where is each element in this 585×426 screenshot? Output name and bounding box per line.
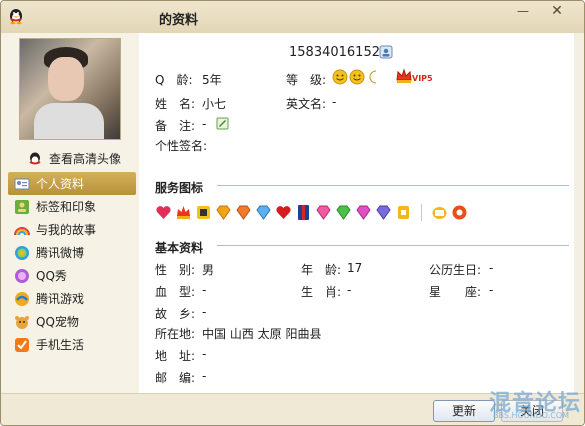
location-label: 所在地: bbox=[155, 327, 196, 341]
basic-info-section-title: 基本资料 bbox=[155, 241, 204, 255]
gem-green-icon[interactable] bbox=[335, 204, 352, 221]
heart-service-icon[interactable] bbox=[155, 204, 172, 221]
sidebar-item-label: 手机生活 bbox=[36, 338, 85, 352]
forum-watermark: 混音论坛 BBS.HOUNDO.COM bbox=[489, 385, 584, 425]
sidebar-item-label: 标签和印象 bbox=[36, 200, 97, 214]
qq-pet-icon bbox=[15, 315, 29, 329]
age-value: 17 bbox=[347, 261, 363, 275]
level-label: 等 级: bbox=[286, 73, 327, 87]
gem-orange-icon[interactable] bbox=[235, 204, 252, 221]
sidebar-item-qq-show[interactable]: QQ秀 bbox=[8, 264, 136, 287]
watermark-url: BBS.HOUNDO.COM bbox=[493, 411, 570, 420]
service-icons-row bbox=[155, 204, 468, 221]
sidebar-item-label: QQ宠物 bbox=[36, 315, 79, 329]
profile-panel: 15834016152 Q 龄: 5年 等 级: VIP5 姓 名: 小七 英文… bbox=[139, 33, 584, 393]
age-label: 年 龄: bbox=[301, 263, 342, 277]
english-name-label: 英文名: bbox=[286, 97, 327, 111]
sidebar-item-games[interactable]: 腾讯游戏 bbox=[8, 287, 136, 310]
zip-value: - bbox=[202, 369, 207, 383]
edit-remark-icon[interactable] bbox=[216, 117, 229, 130]
qq-music-service-icon[interactable] bbox=[451, 204, 468, 221]
vip-level-badge: VIP5 bbox=[412, 74, 433, 83]
hd-avatar-icon bbox=[29, 152, 41, 164]
sidebar: 查看高清头像 个人资料 标签和印象 与我的故事 腾讯微博 QQ秀 腾讯游戏 QQ… bbox=[1, 33, 139, 393]
birthday-value: - bbox=[489, 261, 494, 275]
gender-value: 男 bbox=[202, 263, 215, 277]
sidebar-item-label: 腾讯微博 bbox=[36, 246, 85, 260]
zip-label: 邮 编: bbox=[155, 371, 196, 385]
address-value: - bbox=[202, 347, 207, 361]
address-label: 地 址: bbox=[155, 349, 196, 363]
gem-blue-icon[interactable] bbox=[255, 204, 272, 221]
vip-crown-icon[interactable] bbox=[395, 67, 413, 85]
zodiac-label: 生 肖: bbox=[301, 285, 342, 299]
remark-value: - bbox=[202, 117, 207, 131]
gem-purple-icon[interactable] bbox=[375, 204, 392, 221]
english-name-value: - bbox=[332, 95, 337, 109]
name-label: 姓 名: bbox=[155, 97, 196, 111]
location-value: 中国 山西 太原 阳曲县 bbox=[202, 327, 322, 341]
constellation-label: 星 座: bbox=[429, 285, 482, 299]
gem-yellow-icon[interactable] bbox=[215, 204, 232, 221]
update-button[interactable]: 更新 bbox=[433, 400, 495, 422]
sidebar-item-label: 与我的故事 bbox=[36, 223, 97, 237]
weibo-icon bbox=[15, 245, 29, 260]
signature-label: 个性签名: bbox=[155, 139, 208, 153]
rainbow-story-icon bbox=[14, 226, 30, 235]
mobile-life-icon bbox=[15, 337, 29, 352]
view-hd-avatar-link[interactable]: 查看高清头像 bbox=[27, 150, 121, 167]
qq-penguin-icon bbox=[10, 9, 22, 25]
hometown-value: - bbox=[202, 305, 207, 319]
qq-number: 15834016152 bbox=[289, 45, 380, 60]
crown-service-icon[interactable] bbox=[175, 204, 192, 221]
zodiac-value: - bbox=[347, 283, 352, 297]
gem-gold-icon[interactable] bbox=[395, 204, 412, 221]
sidebar-item-label: 腾讯游戏 bbox=[36, 292, 85, 306]
qq-mail-service-icon[interactable] bbox=[431, 204, 448, 221]
vertical-scrollbar[interactable] bbox=[574, 33, 584, 393]
birthday-label: 公历生日: bbox=[429, 263, 482, 277]
blood-type-value: - bbox=[202, 283, 207, 297]
qq-age-value: 5年 bbox=[202, 73, 222, 87]
gem-pink-icon[interactable] bbox=[315, 204, 332, 221]
view-hd-avatar-label: 查看高清头像 bbox=[49, 152, 122, 166]
avatar[interactable] bbox=[19, 38, 121, 140]
nba-service-icon[interactable] bbox=[295, 204, 312, 221]
tag-impression-icon bbox=[15, 199, 29, 214]
close-window-button[interactable]: ✕ bbox=[537, 2, 577, 20]
tencent-games-icon bbox=[15, 291, 29, 306]
sidebar-item-label: 个人资料 bbox=[36, 177, 85, 191]
sidebar-item-tags[interactable]: 标签和印象 bbox=[8, 195, 136, 218]
sidebar-item-story[interactable]: 与我的故事 bbox=[8, 218, 136, 241]
qq-age-label: Q 龄: bbox=[155, 73, 193, 87]
contact-card-icon[interactable] bbox=[379, 45, 393, 59]
qq-show-icon bbox=[15, 268, 29, 283]
gem-magenta-icon[interactable] bbox=[355, 204, 372, 221]
minimize-button[interactable]: — bbox=[511, 2, 535, 20]
level-icons[interactable] bbox=[332, 69, 392, 85]
sidebar-nav: 个人资料 标签和印象 与我的故事 腾讯微博 QQ秀 腾讯游戏 QQ宠物 手机生活 bbox=[8, 172, 136, 356]
basic-info-divider bbox=[217, 245, 569, 246]
constellation-value: - bbox=[489, 283, 494, 297]
sidebar-item-personal-info[interactable]: 个人资料 bbox=[8, 172, 136, 195]
profile-window: 的资料 — ✕ 查看高清头像 个人资料 标签和印象 与我的故事 腾讯微博 QQ秀… bbox=[0, 0, 585, 426]
sidebar-item-mobile-life[interactable]: 手机生活 bbox=[8, 333, 136, 356]
service-separator bbox=[421, 204, 422, 221]
services-section-title: 服务图标 bbox=[155, 181, 204, 195]
profile-card-icon bbox=[14, 178, 30, 189]
title-bar[interactable]: 的资料 — ✕ bbox=[1, 1, 584, 33]
sidebar-item-weibo[interactable]: 腾讯微博 bbox=[8, 241, 136, 264]
blood-type-label: 血 型: bbox=[155, 285, 196, 299]
sidebar-item-qq-pet[interactable]: QQ宠物 bbox=[8, 310, 136, 333]
sidebar-item-label: QQ秀 bbox=[36, 269, 67, 283]
heart-red-icon[interactable] bbox=[275, 204, 292, 221]
services-divider bbox=[217, 185, 569, 186]
window-title: 的资料 bbox=[159, 13, 199, 28]
game-service-icon[interactable] bbox=[195, 204, 212, 221]
name-value: 小七 bbox=[202, 97, 227, 111]
remark-label: 备 注: bbox=[155, 119, 196, 133]
hometown-label: 故 乡: bbox=[155, 307, 196, 321]
gender-label: 性 别: bbox=[155, 263, 196, 277]
